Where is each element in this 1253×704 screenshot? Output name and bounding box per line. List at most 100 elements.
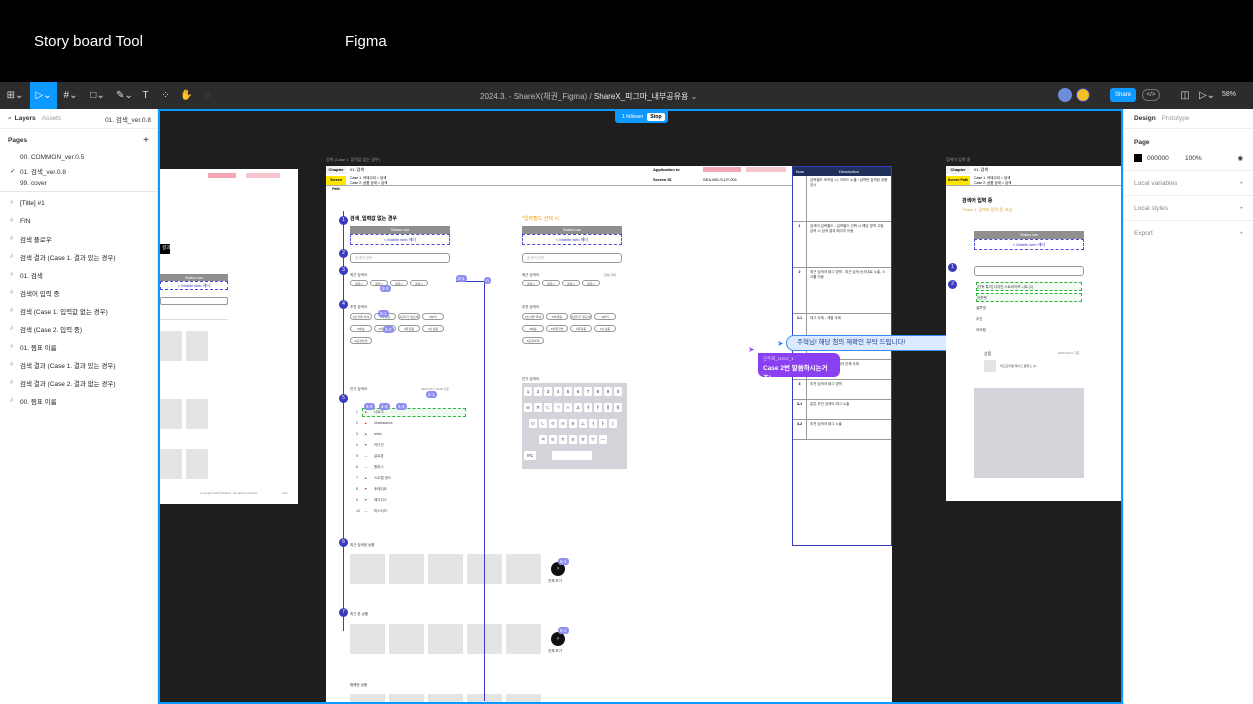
main-storyboard-frame[interactable]: Chapter 01. 검색 Screen Path Case 1. 카테고리 …	[326, 166, 892, 702]
popular-word[interactable]: 에이지스	[374, 498, 387, 503]
recommended-pill[interactable]: #신상품	[594, 325, 616, 332]
project-name[interactable]: ShareX_피그마_내부공유용	[594, 92, 688, 101]
popular-word[interactable]: 니트가	[374, 410, 384, 415]
recent-tag[interactable]: 경력 ×	[350, 280, 368, 286]
move-tool-button[interactable]: ▷⌄	[30, 82, 57, 109]
chevron-down-icon[interactable]: ⌄	[691, 92, 698, 101]
keyboard-key[interactable]: ㅛ	[574, 403, 582, 412]
popular-word[interactable]: 머스티지	[374, 509, 387, 514]
popular-word[interactable]: newbalance	[374, 421, 393, 425]
suggest-item[interactable]: [단독 특가] 디자인 스트라이프 니트 (1)	[976, 282, 1082, 291]
library-button[interactable]: ◫	[1176, 82, 1194, 109]
more-arrow-icon[interactable]: ›	[551, 632, 565, 646]
popular-word[interactable]: 카디건	[374, 443, 384, 448]
recommended-pill[interactable]: #뷰티	[594, 313, 616, 320]
popular-word[interactable]: 살로몬	[374, 454, 384, 459]
tab-prototype[interactable]: Prototype	[1162, 115, 1190, 122]
dev-mode-toggle[interactable]: </>	[1142, 89, 1160, 101]
keyboard-key[interactable]: ㄴ	[539, 419, 547, 428]
keyboard-key[interactable]: 3	[544, 387, 552, 396]
popular-word[interactable]: 후레쉬요	[374, 487, 387, 492]
layer-item[interactable]: # 검색어 입력 중	[0, 284, 157, 302]
comment-tool-button[interactable]: ◌	[199, 82, 216, 109]
right-storyboard-frame[interactable]: Chapter 01. 검색 Screen Path Case 1. 카테고리 …	[946, 166, 1121, 501]
page-item[interactable]: ✓ 01. 검색_ver.0.8	[0, 164, 157, 177]
search-input[interactable]: 검색어 입력	[350, 253, 450, 263]
recommended-pill[interactable]: #공정하게	[522, 337, 544, 344]
recent-tag[interactable]: 경력 ×	[562, 280, 580, 286]
keyboard-key[interactable]: 6	[574, 387, 582, 396]
add-page-icon[interactable]: +	[143, 135, 149, 146]
recent-tag[interactable]: 경력 ×	[390, 280, 408, 286]
keyboard-key[interactable]: ㅊ	[559, 435, 567, 444]
keyboard-key[interactable]: ㅌ	[549, 435, 557, 444]
file-name[interactable]: 2024.3. - ShareX(채권_Figma)	[480, 92, 587, 101]
layer-item[interactable]: #00. 찜표 이름	[0, 392, 157, 410]
recommended-pill[interactable]: #여행템	[546, 313, 568, 320]
shape-tool-button[interactable]: □⌄	[84, 82, 111, 109]
text-tool-button[interactable]: T	[138, 82, 153, 109]
keyboard-key[interactable]: ㅅ	[564, 403, 572, 412]
keyboard-key[interactable]: ㅕ	[584, 403, 592, 412]
product-thumb[interactable]	[350, 624, 385, 654]
search-input[interactable]	[974, 266, 1084, 276]
opacity-value[interactable]: 100%	[1185, 155, 1202, 162]
popular-word[interactable]: 스트랩 샌드	[374, 476, 391, 481]
recent-tag[interactable]: 경력 ×	[410, 280, 428, 286]
keyboard-key[interactable]: ㅣ	[609, 419, 617, 428]
delete-all-button[interactable]: 전체 삭제	[604, 273, 616, 277]
frame-tool-button[interactable]: #⌄	[57, 82, 84, 109]
page-item[interactable]: 00. COMMON_ver.0.5	[0, 151, 157, 164]
keyboard-key[interactable]: ㅓ	[589, 419, 597, 428]
design-section[interactable]: Export +	[1124, 220, 1253, 245]
keyboard-key[interactable]: 1	[524, 387, 532, 396]
keyboard-key[interactable]: ㅈ	[534, 403, 542, 412]
keyboard-key[interactable]: 5	[564, 387, 572, 396]
layer-item[interactable]: # 검색 (Case 2. 입력 중)	[0, 320, 157, 338]
recommended-pill[interactable]: #갑자기 필요해	[398, 313, 420, 320]
components-tool-button[interactable]: ⁘	[157, 82, 174, 109]
keyboard-key[interactable]: ㄷ	[544, 403, 552, 412]
search-input[interactable]: 검색어 입력	[522, 253, 622, 263]
comment-bubble[interactable]: 주혁님! 해당 첨의 재확인 부탁 드립니다!	[786, 335, 964, 351]
add-icon[interactable]: +	[1239, 230, 1243, 237]
layer-item[interactable]: # [Title] #1	[0, 194, 157, 212]
layer-item[interactable]: # 검색 결과 (Case 1. 결과 있는 경우)	[0, 356, 157, 374]
layer-item[interactable]: # 검색 결과 (Case 2. 결과 없는 경우)	[0, 374, 157, 392]
recommended-pill[interactable]: #신상품	[422, 325, 444, 332]
design-section[interactable]: Local variables +	[1124, 170, 1253, 195]
recommended-pill[interactable]: #화장품	[570, 325, 592, 332]
popular-word[interactable]: 원피스	[374, 465, 384, 470]
keyboard-key[interactable]: ㄱ	[554, 403, 562, 412]
recommended-pill[interactable]: #배송	[350, 325, 372, 332]
keyboard-key[interactable]: 9	[604, 387, 612, 396]
recent-tag[interactable]: 경력 ×	[582, 280, 600, 286]
search-icon[interactable]: ⌕	[8, 115, 12, 123]
layer-item[interactable]: # 검색 결과 (Case 1. 결과 있는 경우)	[0, 248, 157, 266]
recommended-pill[interactable]: #초겨울 어택	[522, 313, 544, 320]
search-input[interactable]	[160, 297, 228, 305]
keyboard-key[interactable]: ㅔ	[614, 403, 622, 412]
keyboard-key[interactable]: ㅗ	[579, 419, 587, 428]
more-button[interactable]: 전체 보기	[548, 579, 562, 584]
product-thumb[interactable]	[389, 624, 424, 654]
page-selector[interactable]: 01. 검색_ver.0.8	[105, 114, 151, 124]
suggest-item[interactable]: 아웃렛	[976, 293, 1082, 302]
add-icon[interactable]: +	[1239, 180, 1243, 187]
product-thumb[interactable]	[506, 554, 541, 584]
keyboard-key[interactable]: ㅋ	[539, 435, 547, 444]
keyboard-key[interactable]: ㅏ	[599, 419, 607, 428]
product-thumb[interactable]	[506, 694, 541, 702]
keyboard-key[interactable]: ㅂ	[524, 403, 532, 412]
recommended-pill[interactable]: #갑자기 필요해	[570, 313, 592, 320]
color-swatch[interactable]	[1134, 154, 1142, 162]
design-canvas[interactable]: 1 follower Stop 결과 Status bar < Mobile w…	[158, 109, 1123, 704]
present-button[interactable]: ▷⌄	[1198, 82, 1216, 109]
space-key[interactable]	[552, 451, 592, 460]
tab-design[interactable]: Design	[1134, 115, 1156, 122]
recommended-pill[interactable]: #화장품	[398, 325, 420, 332]
keyboard-key[interactable]: ㅇ	[549, 419, 557, 428]
tab-layers[interactable]: Layers	[15, 115, 36, 122]
layer-item[interactable]: # 검색 플로우	[0, 230, 157, 248]
suggest-item[interactable]: 무신	[976, 315, 1082, 324]
